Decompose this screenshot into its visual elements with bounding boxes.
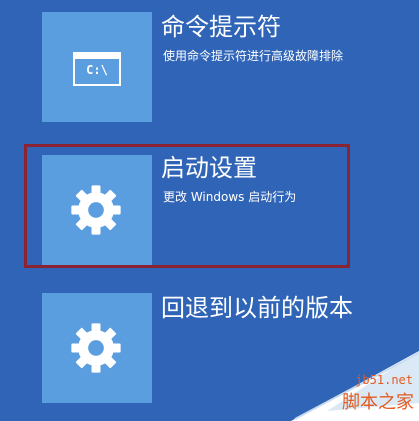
option-startup-settings[interactable]: 启动设置 更改 Windows 启动行为 bbox=[42, 154, 402, 269]
window-titlebar bbox=[75, 54, 119, 59]
option-title: 启动设置 bbox=[161, 154, 257, 182]
command-prompt-tile[interactable]: C:\ bbox=[42, 12, 152, 122]
gear-icon bbox=[71, 323, 121, 373]
option-description: 使用命令提示符进行高级故障排除 bbox=[163, 49, 344, 63]
watermark-name: 脚本之家 bbox=[342, 392, 414, 413]
startup-settings-tile[interactable] bbox=[42, 155, 152, 265]
option-title: 回退到以前的版本 bbox=[161, 294, 353, 322]
gear-icon bbox=[71, 185, 121, 235]
command-prompt-icon-text: C:\ bbox=[86, 63, 108, 77]
option-command-prompt[interactable]: C:\ 命令提示符 使用命令提示符进行高级故障排除 bbox=[42, 12, 402, 122]
option-title: 命令提示符 bbox=[161, 13, 281, 41]
site-watermark: jb51.net 脚本之家 bbox=[287, 351, 419, 421]
option-description: 更改 Windows 启动行为 bbox=[163, 190, 297, 204]
watermark-domain: jb51.net bbox=[355, 373, 413, 387]
command-prompt-icon: C:\ bbox=[73, 52, 121, 86]
rollback-tile[interactable] bbox=[42, 293, 152, 403]
